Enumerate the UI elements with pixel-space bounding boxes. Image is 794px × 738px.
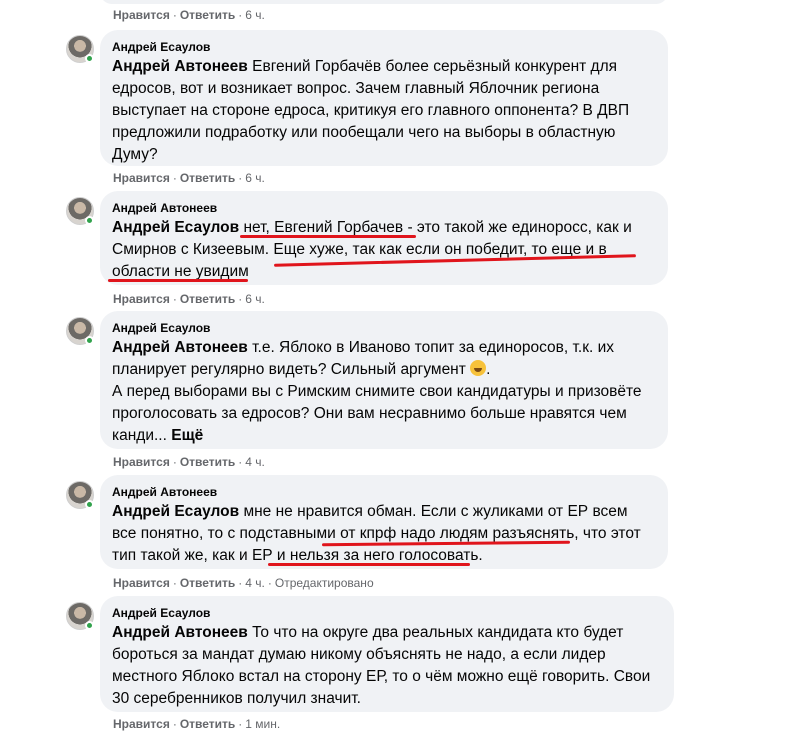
comment-time[interactable]: 1 мин.	[245, 717, 280, 731]
like-button[interactable]: Нравится	[113, 455, 170, 469]
rofl-emoji-icon	[470, 360, 487, 376]
online-status-icon	[85, 216, 94, 225]
comment-actions: Нравится · Ответить · 4 ч.	[113, 455, 265, 469]
red-underline-annotation	[240, 235, 416, 238]
comment-text: Андрей Автонеев т.е. Яблоко в Иваново то…	[112, 339, 642, 444]
comment-author[interactable]: Андрей Есаулов	[112, 320, 656, 336]
comment-author[interactable]: Андрей Автонеев	[112, 484, 656, 500]
previous-comment-bubble	[100, 0, 668, 4]
comment-time[interactable]: 6 ч.	[245, 292, 265, 306]
like-button[interactable]: Нравится	[113, 576, 170, 590]
comment-bubble: Андрей Есаулов Андрей Автонеев т.е. Ябло…	[100, 311, 668, 449]
mention-link[interactable]: Андрей Автонеев	[112, 339, 248, 356]
mention-link[interactable]: Андрей Автонеев	[112, 58, 248, 75]
red-underline-annotation	[268, 563, 470, 566]
comment-text: Андрей Автонеев То что на округе два реа…	[112, 624, 651, 707]
mention-link[interactable]: Андрей Есаулов	[112, 219, 239, 236]
reply-button[interactable]: Ответить	[180, 292, 235, 306]
comment-actions: Нравится · Ответить · 6 ч.	[113, 171, 265, 185]
comment-actions: Нравится · Ответить · 4 ч. · Отредактировано	[113, 576, 374, 590]
comment-actions: Нравится · Ответить · 6 ч.	[113, 292, 265, 306]
like-button[interactable]: Нравится	[113, 292, 170, 306]
online-status-icon	[85, 621, 94, 630]
online-status-icon	[85, 54, 94, 63]
comment-actions-0: Нравится · Ответить · 6 ч.	[113, 8, 265, 22]
reply-button[interactable]: Ответить	[180, 171, 235, 185]
online-status-icon	[85, 500, 94, 509]
like-button[interactable]: Нравится	[113, 171, 170, 185]
comment-text: Андрей Есаулов мне не нравится обман. Ес…	[112, 503, 641, 564]
red-underline-annotation	[108, 279, 248, 282]
comment-bubble: Андрей Есаулов Андрей Автонеев Евгений Г…	[100, 30, 668, 166]
reply-button[interactable]: Ответить	[180, 455, 235, 469]
edited-label[interactable]: Отредактировано	[275, 576, 374, 590]
comment-author[interactable]: Андрей Автонеев	[112, 200, 656, 216]
online-status-icon	[85, 336, 94, 345]
comment-author[interactable]: Андрей Есаулов	[112, 39, 656, 55]
reply-button[interactable]: Ответить	[180, 717, 235, 731]
comment-time[interactable]: 4 ч.	[245, 455, 265, 469]
comment-bubble: Андрей Автонеев Андрей Есаулов мне не нр…	[100, 475, 668, 569]
reply-button[interactable]: Ответить	[180, 8, 235, 22]
comment-actions: Нравится · Ответить · 1 мин.	[113, 717, 281, 731]
comment-text: Андрей Есаулов нет, Евгений Горбачев - э…	[112, 219, 632, 280]
mention-link[interactable]: Андрей Есаулов	[112, 503, 239, 520]
comment-bubble: Андрей Есаулов Андрей Автонеев То что на…	[100, 596, 674, 712]
see-more-link[interactable]: Ещё	[171, 427, 203, 444]
like-button[interactable]: Нравится	[113, 8, 170, 22]
comment-bubble: Андрей Автонеев Андрей Есаулов нет, Евге…	[100, 191, 668, 285]
comment-text: Андрей Автонеев Евгений Горбачёв более с…	[112, 58, 630, 163]
comment-time[interactable]: 6 ч.	[245, 8, 265, 22]
like-button[interactable]: Нравится	[113, 717, 170, 731]
reply-button[interactable]: Ответить	[180, 576, 235, 590]
mention-link[interactable]: Андрей Автонеев	[112, 624, 248, 641]
comment-time[interactable]: 6 ч.	[245, 171, 265, 185]
comment-author[interactable]: Андрей Есаулов	[112, 605, 662, 621]
comment-time[interactable]: 4 ч.	[245, 576, 265, 590]
